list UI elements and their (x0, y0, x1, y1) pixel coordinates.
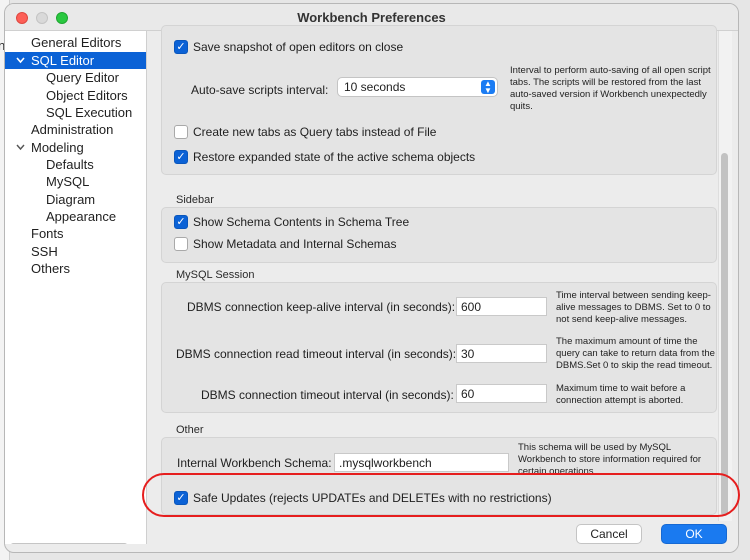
save-snapshot-label: Save snapshot of open editors on close (193, 40, 404, 54)
sidebar-item-label: MySQL (46, 174, 90, 189)
query-tabs-label: Create new tabs as Query tabs instead of… (193, 125, 437, 139)
sidebar-item-object-editors[interactable]: Object Editors (46, 87, 128, 104)
highlight-annotation (142, 473, 740, 517)
keepalive-input[interactable] (456, 297, 547, 316)
show-metadata-label: Show Metadata and Internal Schemas (193, 237, 397, 251)
read-timeout-note: The maximum amount of time the query can… (556, 336, 715, 371)
restore-state-checkbox[interactable]: ✓ (174, 150, 188, 164)
sidebar-item-query-editor[interactable]: Query Editor (46, 69, 119, 86)
autosave-label: Auto-save scripts interval: (191, 83, 329, 97)
sidebar-item-sql-editor[interactable]: SQL Editor (5, 52, 146, 69)
schema-note: This schema will be used by MySQL Workbe… (518, 442, 702, 475)
sidebar-item-mysql[interactable]: MySQL (46, 173, 89, 190)
sidebar-item-label: Others (31, 261, 71, 276)
sidebar-item-appearance[interactable]: Appearance (46, 208, 116, 225)
minimize-window-button[interactable] (36, 12, 48, 24)
sidebar-item-label: Defaults (46, 157, 94, 172)
zoom-window-button[interactable] (56, 12, 68, 24)
sidebar-item-label: General Editors (31, 35, 122, 50)
show-schema-contents-label: Show Schema Contents in Schema Tree (193, 215, 410, 229)
sidebar-item-fonts[interactable]: Fonts (31, 225, 64, 242)
cancel-button[interactable]: Cancel (576, 524, 642, 544)
sidebar-item-others[interactable]: Others (31, 260, 70, 277)
chevron-down-icon[interactable] (16, 56, 25, 64)
session-section-title: MySQL Session (176, 269, 255, 281)
sidebar-item-label: Diagram (46, 192, 96, 207)
sidebar-item-general-editors[interactable]: General Editors (31, 34, 121, 51)
query-tabs-checkbox[interactable] (174, 125, 188, 139)
sidebar-item-label: SQL Execution (46, 105, 133, 120)
sidebar-item-label: Appearance (46, 209, 117, 224)
sidebar-horizontal-scrollbar[interactable] (10, 543, 128, 544)
keepalive-note: Time interval between sending keep-alive… (556, 290, 711, 325)
preferences-window: Workbench Preferences General Editors SQ… (4, 3, 739, 553)
ok-button[interactable]: OK (661, 524, 727, 544)
sidebar-item-modeling[interactable]: Modeling (5, 139, 146, 156)
sidebar-item-label: SQL Editor (31, 53, 95, 68)
sidebar-item-sql-execution[interactable]: SQL Execution (46, 104, 132, 121)
read-timeout-label: DBMS connection read timeout interval (i… (176, 347, 457, 361)
close-window-button[interactable] (16, 12, 28, 24)
window-title: Workbench Preferences (297, 10, 446, 25)
sidebar-item-ssh[interactable]: SSH (31, 243, 58, 260)
autosave-interval-value: 10 seconds (344, 80, 406, 94)
sidebar-item-label: Administration (31, 122, 114, 137)
conn-timeout-input[interactable] (456, 384, 547, 403)
conn-timeout-note: Maximum time to wait before a connection… (556, 383, 686, 406)
sidebar-item-diagram[interactable]: Diagram (46, 191, 95, 208)
sidebar-item-label: Fonts (31, 226, 64, 241)
schema-label: Internal Workbench Schema: (177, 456, 332, 470)
other-section-title: Other (176, 424, 204, 436)
chevron-updown-icon: ▲ ▼ (481, 80, 495, 95)
read-timeout-input[interactable] (456, 344, 547, 363)
conn-timeout-label: DBMS connection timeout interval (in sec… (201, 388, 454, 402)
sidebar-item-defaults[interactable]: Defaults (46, 156, 94, 173)
restore-state-label: Restore expanded state of the active sch… (193, 150, 476, 164)
sidebar-item-label: Modeling (31, 140, 84, 155)
show-metadata-checkbox[interactable] (174, 237, 188, 251)
keepalive-label: DBMS connection keep-alive interval (in … (187, 300, 456, 314)
sidebar-section-title: Sidebar (176, 194, 214, 206)
autosave-interval-select[interactable]: 10 seconds ▲ ▼ (337, 77, 498, 97)
sidebar-item-label: Object Editors (46, 88, 128, 103)
chevron-down-icon[interactable] (16, 143, 25, 151)
content-scrollbar-thumb[interactable] (721, 153, 728, 516)
save-snapshot-checkbox[interactable]: ✓ (174, 40, 188, 54)
sidebar-item-label: Query Editor (46, 70, 119, 85)
sidebar-item-label: SSH (31, 244, 58, 259)
show-schema-contents-checkbox[interactable]: ✓ (174, 215, 188, 229)
sidebar-item-administration[interactable]: Administration (31, 121, 113, 138)
preferences-tree: General Editors SQL Editor Query Editor … (5, 31, 147, 544)
schema-input[interactable] (334, 453, 509, 472)
autosave-note: Interval to perform auto-saving of all o… (510, 65, 711, 112)
